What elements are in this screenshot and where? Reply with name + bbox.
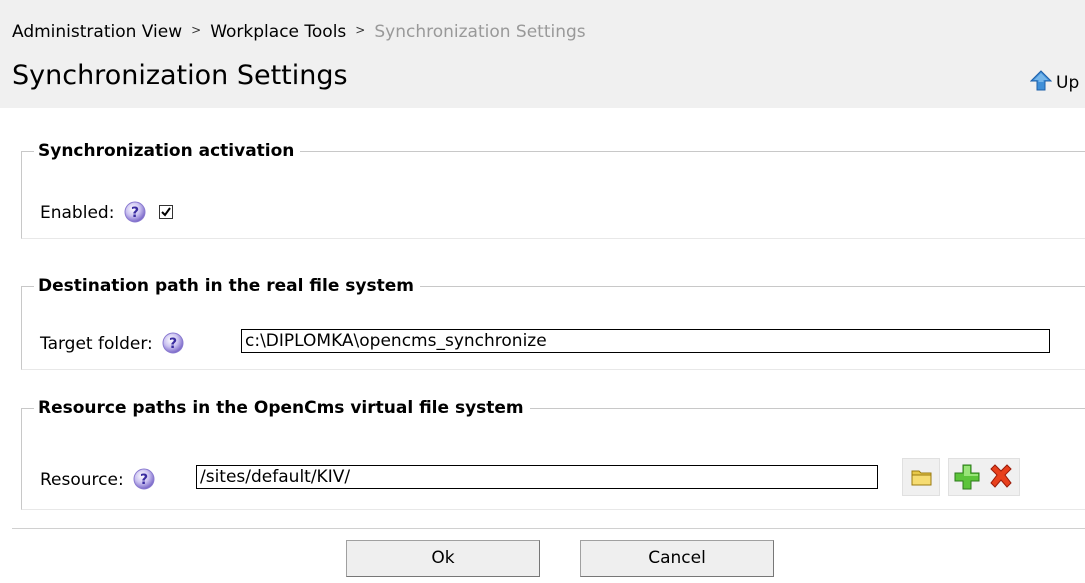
resource-label: Resource:: [40, 470, 124, 490]
help-icon[interactable]: ?: [124, 201, 146, 223]
breadcrumb-item-workplace-tools[interactable]: Workplace Tools: [210, 22, 346, 42]
up-arrow-icon: [1029, 70, 1053, 91]
enabled-checkbox[interactable]: [159, 205, 174, 219]
delete-icon[interactable]: [983, 459, 1019, 495]
cancel-button[interactable]: Cancel: [580, 540, 774, 577]
resource-actions: [948, 458, 1020, 496]
breadcrumb-item-administration-view[interactable]: Administration View: [12, 22, 182, 42]
activation-fieldset: Synchronization activation Enabled: ?: [21, 141, 1085, 239]
destination-legend: Destination path in the real file system: [38, 276, 414, 296]
checkmark-icon: [161, 207, 172, 217]
target-row: Target folder: ?: [40, 332, 184, 354]
add-icon[interactable]: [949, 459, 985, 495]
breadcrumb-separator: >: [355, 23, 366, 37]
ok-button[interactable]: Ok: [346, 540, 540, 577]
page-header: Administration View > Workplace Tools > Sync…: [0, 0, 1085, 108]
resource-input[interactable]: /sites/default/KIV/: [196, 465, 878, 489]
page-title: Synchronization Settings: [12, 60, 348, 91]
resource-row: Resource: ?: [40, 468, 155, 490]
folder-icon: [911, 470, 932, 486]
enabled-row: Enabled: ?: [40, 201, 174, 223]
breadcrumb-item-current: Synchronization Settings: [374, 22, 586, 42]
resources-fieldset: Resource paths in the OpenCms virtual fi…: [21, 398, 1085, 510]
destination-fieldset: Destination path in the real file system…: [21, 276, 1085, 370]
select-resource-button[interactable]: [902, 458, 940, 496]
resources-legend: Resource paths in the OpenCms virtual fi…: [38, 398, 524, 418]
activation-legend: Synchronization activation: [38, 141, 295, 161]
svg-text:?: ?: [140, 472, 148, 488]
breadcrumb-separator: >: [191, 23, 202, 37]
help-icon[interactable]: ?: [162, 332, 184, 354]
help-icon[interactable]: ?: [133, 468, 155, 490]
enabled-label: Enabled:: [40, 203, 115, 223]
footer-divider: [12, 528, 1085, 529]
up-link[interactable]: Up: [1029, 70, 1080, 93]
up-link-label: Up: [1056, 73, 1080, 93]
target-folder-label: Target folder:: [40, 334, 153, 354]
svg-text:?: ?: [131, 205, 139, 221]
svg-text:?: ?: [169, 336, 177, 352]
breadcrumb: Administration View > Workplace Tools > Sync…: [12, 22, 586, 42]
target-folder-input[interactable]: c:\DIPLOMKA\opencms_synchronize: [241, 329, 1050, 353]
